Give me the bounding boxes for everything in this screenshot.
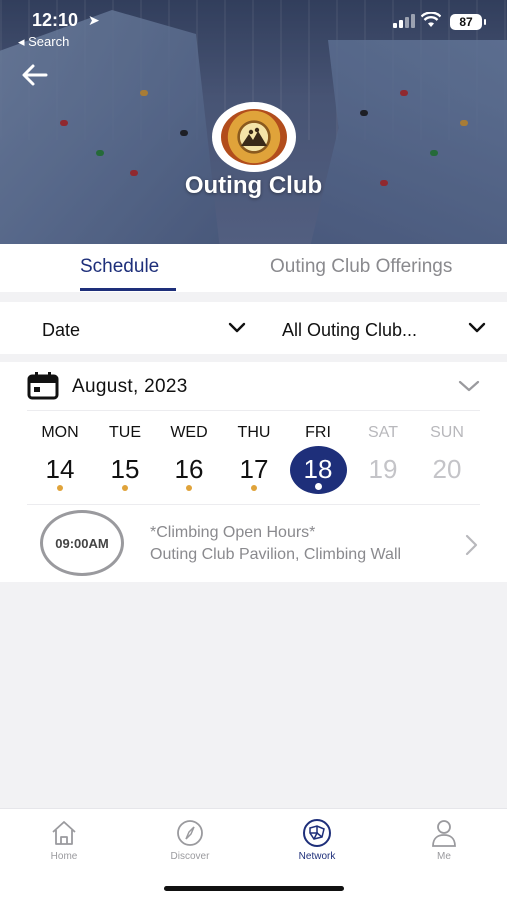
event-indicator-dot [186, 485, 192, 491]
category-filter-label: All Outing Club... [282, 320, 418, 340]
nav-network-label: Network [298, 851, 336, 862]
weekday-label: FRI [305, 424, 331, 441]
event-indicator-dot [57, 485, 63, 491]
outing-club-logo-icon [221, 109, 287, 165]
weekday-label: MON [41, 424, 79, 441]
event-indicator-dot [315, 483, 322, 490]
event-list-item[interactable]: 09:00AM *Climbing Open Hours* Outing Clu… [0, 508, 507, 580]
nav-discover-label: Discover [170, 851, 210, 862]
day-cell[interactable]: 19 [355, 454, 411, 485]
status-time: 12:10 [32, 10, 79, 30]
calendar-card: August, 2023 MON TUE WED THU FRI SAT SUN… [0, 362, 507, 582]
event-location: Outing Club Pavilion, Climbing Wall [150, 546, 402, 563]
status-bar: 12:10 ➤ ◂ Search 87 [0, 0, 507, 56]
month-label: August, 2023 [72, 376, 188, 397]
day-cell[interactable]: 16 [161, 454, 217, 485]
nav-network[interactable]: Network [277, 817, 357, 862]
expand-calendar-chevron-icon[interactable] [458, 380, 480, 392]
nav-home-label: Home [50, 851, 78, 862]
day-cell[interactable]: 17 [226, 454, 282, 485]
back-to-search-link[interactable]: ◂ Search [18, 34, 69, 50]
tab-schedule[interactable]: Schedule [80, 256, 159, 278]
home-icon [52, 821, 76, 845]
day-cell[interactable]: 14 [32, 454, 88, 485]
club-logo [212, 102, 296, 172]
event-title: *Climbing Open Hours* [150, 524, 316, 541]
nav-home[interactable]: Home [24, 817, 104, 862]
network-icon [303, 819, 331, 847]
weekday-label: WED [170, 424, 208, 441]
divider [27, 504, 480, 505]
calendar-icon [27, 372, 59, 400]
tab-outing-club-offerings[interactable]: Outing Club Offerings [270, 256, 452, 278]
compass-icon [177, 820, 203, 846]
chevron-down-icon [228, 322, 246, 333]
day-cell-selected[interactable]: 18 [290, 454, 346, 485]
weekday-label: SAT [368, 424, 398, 441]
weekday-label: SUN [430, 424, 464, 441]
battery-indicator: 87 [450, 14, 486, 30]
weekday-label: THU [237, 424, 271, 441]
event-indicator-dot [122, 485, 128, 491]
divider [27, 410, 480, 411]
location-arrow-icon: ➤ [88, 12, 100, 28]
wifi-icon [420, 11, 442, 33]
day-cell[interactable]: 15 [97, 454, 153, 485]
event-time-badge: 09:00AM [40, 510, 124, 576]
chevron-down-icon [468, 322, 486, 333]
nav-discover[interactable]: Discover [150, 817, 230, 862]
tab-bar: Schedule Outing Club Offerings [0, 244, 507, 292]
header-banner: 12:10 ➤ ◂ Search 87 Outing Club [0, 0, 507, 244]
back-arrow-icon[interactable] [18, 58, 52, 92]
event-indicator-dot [251, 485, 257, 491]
chevron-right-icon [465, 534, 478, 556]
event-time: 09:00AM [55, 535, 109, 551]
tab-selected-indicator [80, 288, 176, 291]
weekday-label: TUE [109, 424, 141, 441]
nav-me[interactable]: Me [404, 817, 484, 862]
person-icon [432, 820, 456, 847]
page-title: Outing Club [184, 172, 323, 199]
day-cell[interactable]: 20 [419, 454, 475, 485]
home-indicator [164, 886, 344, 891]
signal-icon [393, 14, 415, 28]
date-filter-label: Date [42, 320, 81, 340]
nav-me-label: Me [437, 851, 451, 862]
filter-bar: Date All Outing Club... [0, 302, 507, 354]
